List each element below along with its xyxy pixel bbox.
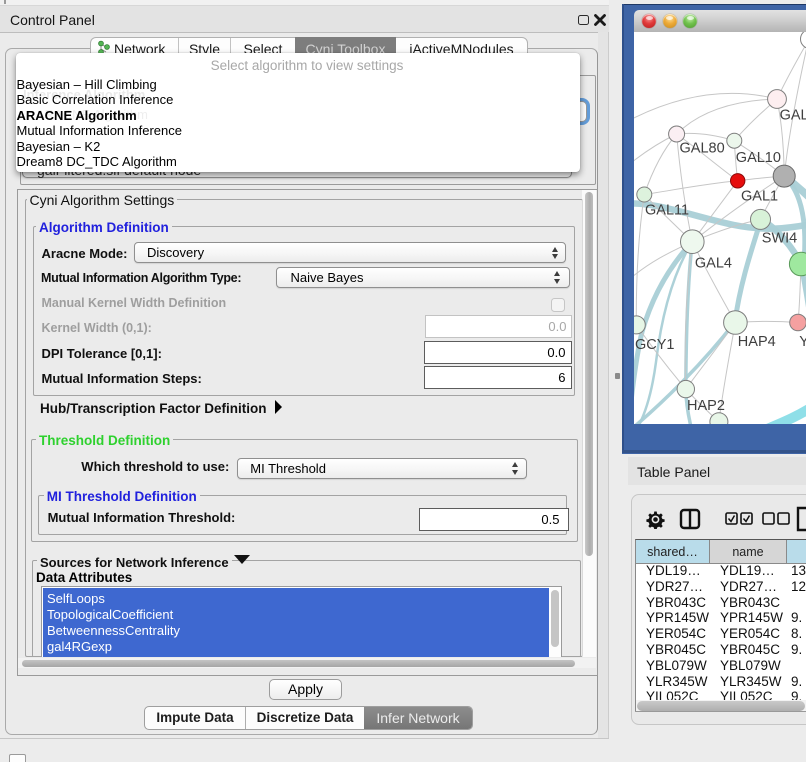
svg-text:GAL11: GAL11	[645, 203, 689, 219]
svg-text:SWI4: SWI4	[762, 230, 797, 246]
svg-text:HAP4: HAP4	[738, 334, 776, 350]
svg-text:GAL80: GAL80	[780, 108, 806, 124]
svg-text:GAL1: GAL1	[741, 189, 778, 205]
svg-text:GAL4: GAL4	[695, 256, 732, 272]
svg-text:GAL80: GAL80	[680, 141, 725, 157]
svg-text:YM: YM	[799, 334, 806, 350]
svg-text:GCY1: GCY1	[635, 337, 675, 353]
svg-text:GAL10: GAL10	[736, 150, 781, 166]
svg-text:HAP2: HAP2	[687, 398, 725, 414]
